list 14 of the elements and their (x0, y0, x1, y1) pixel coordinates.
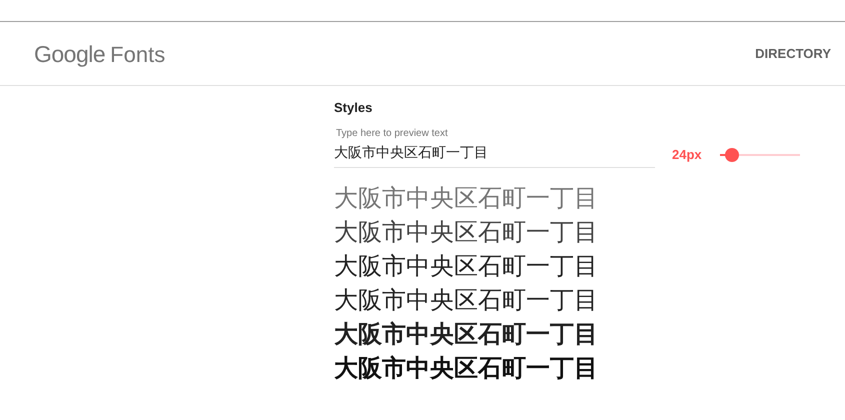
slider-thumb[interactable] (724, 148, 739, 162)
logo-product-name: Fonts (110, 42, 166, 68)
font-size-reading: 24px (672, 147, 702, 162)
sample-text: 大阪市中央区石町一丁目 (334, 320, 599, 350)
sample-text: 大阪市中央区石町一丁目 (334, 286, 599, 316)
section-title: Styles (334, 100, 374, 115)
sample-text: 大阪市中央区石町一丁目 (334, 252, 599, 282)
sample-text: 大阪市中央区石町一丁目 (334, 184, 599, 214)
sample-text: 大阪市中央区石町一丁目 (334, 218, 599, 248)
preview-text-field[interactable]: 大阪市中央区石町一丁目 (334, 145, 655, 168)
logo-wordmark: Google (34, 41, 106, 68)
directory-link[interactable]: DIRECTORY (755, 46, 831, 61)
sample-text: 大阪市中央区石町一丁目 (334, 354, 599, 384)
field-label: Type here to preview text (336, 128, 449, 139)
